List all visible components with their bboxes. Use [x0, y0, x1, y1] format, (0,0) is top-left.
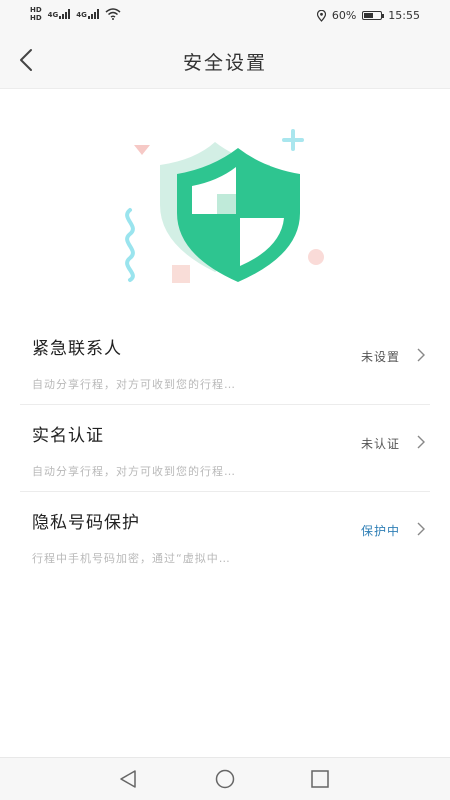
clock: 15:55 — [388, 9, 420, 22]
network-label-2: 4G — [76, 11, 87, 19]
page-title: 安全设置 — [182, 52, 267, 74]
hd-label-2: HD — [30, 14, 42, 22]
chevron-right-icon — [417, 348, 425, 362]
deco-triangle — [134, 145, 150, 155]
deco-wave — [125, 208, 135, 282]
battery-icon — [362, 11, 385, 20]
item-status: 未设置 — [360, 350, 400, 364]
status-bar: HD HD 4G 4G 60% 15:55 — [0, 0, 450, 32]
deco-square — [172, 265, 190, 283]
item-description: 自动分享行程，对方可收到您的行程… — [32, 465, 236, 478]
list-item-privacy-number-protection[interactable]: 隐私号码保护 保护中 行程中手机号码加密，通过“虚拟中… — [20, 492, 430, 578]
item-status: 未认证 — [360, 437, 400, 451]
item-description: 行程中手机号码加密，通过“虚拟中… — [32, 552, 231, 565]
list-item-real-name-verification[interactable]: 实名认证 未认证 自动分享行程，对方可收到您的行程… — [20, 405, 430, 492]
status-bar-left: HD HD 4G 4G — [30, 6, 121, 22]
list-item-emergency-contact[interactable]: 紧急联系人 未设置 自动分享行程，对方可收到您的行程… — [20, 318, 430, 405]
item-title: 紧急联系人 — [32, 339, 122, 359]
header: 安全设置 — [0, 32, 450, 89]
deco-dot — [308, 249, 324, 265]
system-navigation-bar — [0, 757, 450, 800]
status-bar-right: 60% 15:55 — [316, 9, 420, 22]
hd-label-1: HD — [30, 6, 42, 14]
network-label-1: 4G — [47, 11, 59, 19]
network-indicator-1: 4G — [48, 9, 71, 19]
item-title: 隐私号码保护 — [32, 513, 140, 533]
shield-patch — [217, 194, 236, 214]
wifi-icon — [105, 8, 121, 20]
settings-list: 紧急联系人 未设置 自动分享行程，对方可收到您的行程… 实名认证 未认证 自动分… — [0, 318, 450, 578]
battery-fill — [364, 13, 374, 18]
item-title: 实名认证 — [32, 426, 104, 446]
chevron-right-icon — [417, 435, 425, 449]
item-description: 自动分享行程，对方可收到您的行程… — [32, 378, 236, 391]
signal-icon — [87, 9, 99, 19]
back-triangle-icon[interactable] — [117, 768, 139, 790]
item-status: 保护中 — [360, 524, 400, 538]
home-circle-icon[interactable] — [214, 768, 236, 790]
battery-percent: 60% — [331, 9, 357, 22]
plus-icon — [282, 129, 304, 151]
network-indicator-2: 4G — [76, 9, 99, 19]
shield-illustration — [125, 129, 324, 283]
signal-icon — [59, 9, 71, 19]
location-icon — [316, 9, 326, 22]
chevron-right-icon — [417, 522, 425, 536]
recents-square-icon[interactable] — [309, 768, 331, 790]
hd-indicator: HD HD — [30, 6, 42, 22]
